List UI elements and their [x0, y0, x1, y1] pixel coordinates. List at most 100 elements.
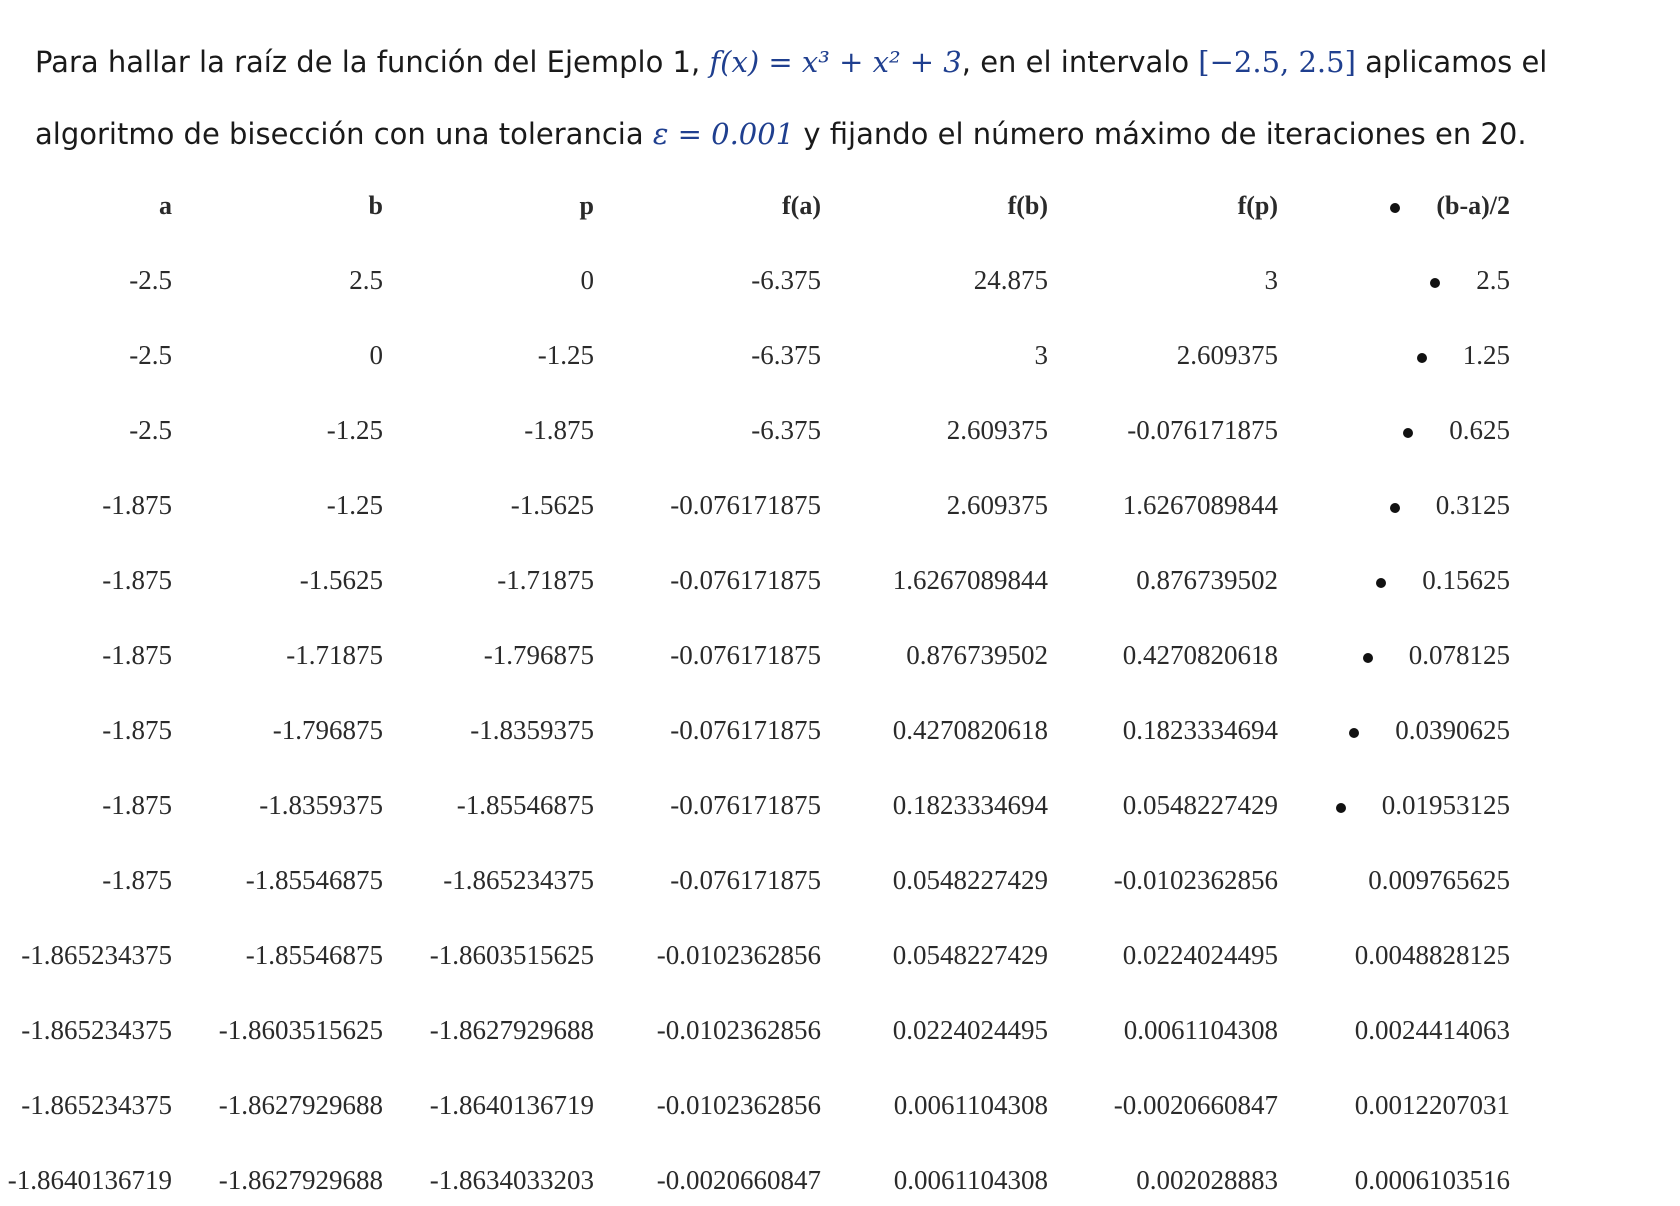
cell-value: -0.076171875 [670, 640, 821, 670]
table-cell: 0.002028883 [1048, 1143, 1278, 1198]
cell-value: -1.8627929688 [218, 1090, 383, 1120]
table-cell: 0.0061104308 [821, 1143, 1048, 1198]
table-cell: 0 [172, 318, 384, 393]
table-cell: -0.0102362856 [594, 918, 821, 993]
table-cell: -1.25 [172, 468, 383, 543]
table-row: -1.875 -1.5625 -1.71875 -0.076171875 1.62670… [0, 543, 1510, 618]
table-cell: -1.25 [383, 318, 594, 393]
table-header-cell: f(a) [782, 190, 821, 220]
table-cell: -1.85546875 [172, 918, 383, 993]
table-cell: -2.5 [0, 393, 172, 468]
table-header-cell: f(b) [1007, 190, 1048, 220]
table-cell: 2.609375 [821, 393, 1048, 468]
table-row: -2.5 -1.25 -1.875 -6.375 2.609375 -0.07617187… [0, 393, 1510, 468]
cell-value: 0.0061104308 [1123, 1015, 1278, 1045]
table-cell: -1.5625 [172, 543, 383, 618]
table-cell: 2.5 [172, 243, 383, 318]
table-cell: -1.5625 [383, 468, 594, 543]
table-cell: 0.0061104308 [821, 1068, 1048, 1143]
cell-value: -0.076171875 [670, 865, 821, 895]
table-row: -1.8640136719 -1.8627929688 -1.8634033203 -… [0, 1143, 1510, 1198]
table-cell: -1.875 [0, 693, 172, 768]
intro-text-2: , en el intervalo [961, 45, 1199, 79]
cell-value: -0.076171875 [670, 790, 821, 820]
cell-value: -1.865234375 [443, 865, 594, 895]
bullet-dot-icon [1389, 502, 1400, 513]
cell-value: -1.71875 [286, 640, 383, 670]
cell-value: 0.0548227429 [892, 940, 1048, 970]
cell-value: -1.25 [326, 490, 383, 520]
table-cell: 0.0224024495 [1048, 918, 1278, 993]
cell-value: -6.375 [751, 340, 821, 370]
cell-value: 24.875 [973, 265, 1048, 295]
table-header-cell: (b-a)/2 [1278, 168, 1510, 243]
table-row: -1.865234375 -1.85546875 -1.8603515625 -0.0… [0, 918, 1510, 993]
cell-value: -1.8603515625 [218, 1015, 383, 1045]
cell-value: -1.875 [102, 865, 172, 895]
cell-value: 0.876739502 [906, 640, 1048, 670]
tolerance-formula: ε = 0.001 [652, 117, 795, 151]
cell-value: 2.5 [349, 265, 383, 295]
cell-value: -1.875 [102, 790, 172, 820]
cell-value: -1.8603515625 [429, 940, 594, 970]
bisection-table: a b p f(a) f(b) f(p) (b-a)/2 -2.5 2.5 0 -6.375 24.… [0, 168, 1510, 1198]
cell-value: -2.5 [129, 415, 172, 445]
table-row: -1.875 -1.25 -1.5625 -0.076171875 2.609375 1.… [0, 468, 1510, 543]
table-cell: -1.71875 [383, 543, 594, 618]
table-header-label: (b-a)/2 [1436, 190, 1510, 220]
table-cell: -2.5 [0, 243, 172, 318]
table-cell: -0.076171875 [1048, 393, 1278, 468]
cell-value: 0.0061104308 [893, 1090, 1048, 1120]
cell-value: -2.5 [129, 340, 172, 370]
table-cell: -1.85546875 [383, 768, 594, 843]
table-row: -1.875 -1.796875 -1.8359375 -0.076171875 0.4… [0, 693, 1510, 768]
cell-value: 2.609375 [946, 415, 1048, 445]
cell-value: 3 [1034, 340, 1049, 370]
cell-value: 0.002028883 [1136, 1165, 1278, 1195]
cell-value: -1.8359375 [470, 715, 594, 745]
table-cell: -1.8640136719 [0, 1143, 172, 1198]
table-cell: 0.4270820618 [821, 693, 1048, 768]
cell-value: 0.4270820618 [1122, 640, 1278, 670]
table-cell: -0.0020660847 [1048, 1068, 1278, 1143]
bullet-dot-icon [1430, 277, 1441, 288]
cell-value: 1.6267089844 [1122, 490, 1278, 520]
intro-paragraph: Para hallar la raíz de la función del Ej… [35, 26, 1655, 170]
cell-value: -1.8627929688 [218, 1165, 383, 1195]
table-cell: -0.076171875 [594, 618, 821, 693]
cell-value: 2.609375 [946, 490, 1048, 520]
cell-value: -1.8627929688 [429, 1015, 594, 1045]
table-row: -1.875 -1.85546875 -1.865234375 -0.07617187… [0, 843, 1510, 918]
table-header-cell: f(p) [1237, 190, 1278, 220]
cell-value: 1.25 [1462, 340, 1510, 370]
cell-value: -0.0020660847 [1113, 1090, 1278, 1120]
table-cell: 2.609375 [821, 468, 1048, 543]
bullet-dot-icon [1390, 202, 1401, 213]
table-row: -1.865234375 -1.8627929688 -1.8640136719 -0… [0, 1068, 1510, 1143]
table-header-cell: p [579, 190, 594, 220]
table-cell: 2.609375 [1048, 318, 1278, 393]
table-cell: 0.1823334694 [1048, 693, 1278, 768]
table-row: -2.5 0 -1.25 -6.375 3 2.609375 1.25 [0, 318, 1510, 393]
table-cell: -1.875 [0, 618, 172, 693]
cell-value: 0 [580, 265, 595, 295]
cell-value: -0.076171875 [1127, 415, 1278, 445]
cell-value: 0.4270820618 [892, 715, 1048, 745]
cell-value: -1.25 [326, 415, 383, 445]
table-cell: -1.8627929688 [172, 1068, 383, 1143]
cell-value: -1.85546875 [245, 940, 383, 970]
table-cell: -1.8603515625 [172, 993, 383, 1068]
table-cell: -0.076171875 [594, 468, 821, 543]
table-cell: 0.0224024495 [821, 993, 1048, 1068]
table-cell: 3 [1048, 243, 1279, 318]
cell-value: -1.85546875 [456, 790, 594, 820]
cell-value: -0.076171875 [670, 490, 821, 520]
table-cell: -1.25 [172, 393, 383, 468]
intro-text-1: Para hallar la raíz de la función del Ej… [35, 45, 710, 79]
table-cell: 0.4270820618 [1048, 618, 1278, 693]
table-cell: 0.876739502 [1048, 543, 1278, 618]
table-cell: -1.875 [0, 768, 172, 843]
cell-value: 0.0224024495 [892, 1015, 1048, 1045]
bullet-dot-icon [1376, 577, 1387, 588]
cell-value: -0.076171875 [670, 565, 821, 595]
